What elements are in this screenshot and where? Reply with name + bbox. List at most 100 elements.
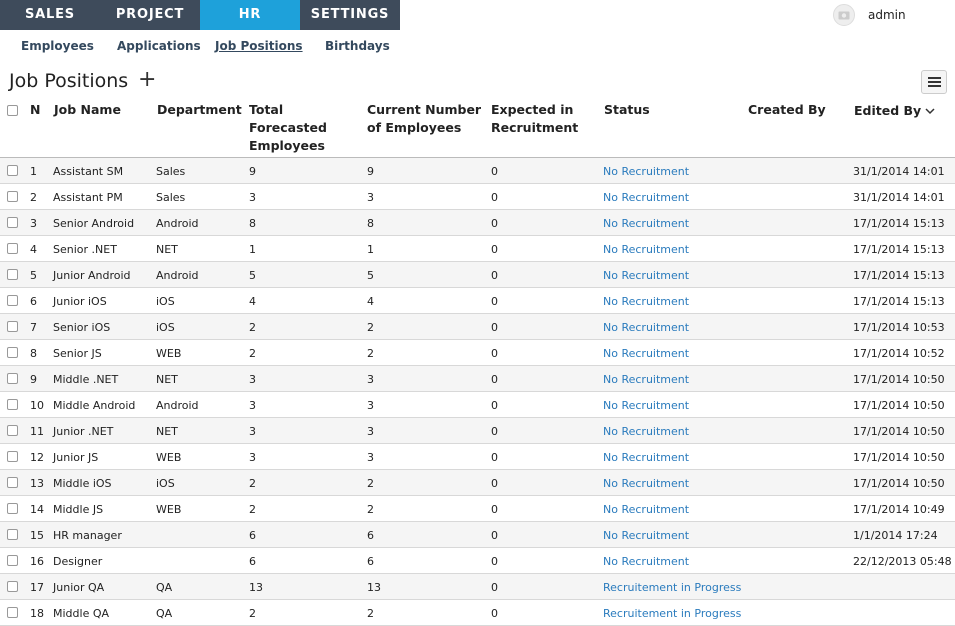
status-link[interactable]: No Recruitment	[603, 165, 689, 178]
table-row[interactable]: 6 Junior iOS iOS 4 4 0 No Recruitment 17…	[0, 288, 955, 314]
column-header-job-name[interactable]: Job Name	[54, 101, 121, 119]
table-row[interactable]: 1 Assistant SM Sales 9 9 0 No Recruitmen…	[0, 158, 955, 184]
column-header-created-by[interactable]: Created By	[748, 101, 826, 119]
status-link[interactable]: No Recruitment	[603, 347, 689, 360]
table-row[interactable]: 16 Designer 6 6 0 No Recruitment 22/12/2…	[0, 548, 955, 574]
table-row[interactable]: 8 Senior JS WEB 2 2 0 No Recruitment 17/…	[0, 340, 955, 366]
subnav-applications[interactable]: Applications	[117, 39, 201, 53]
job-name[interactable]: Middle Android	[53, 399, 135, 412]
table-row[interactable]: 5 Junior Android Android 5 5 0 No Recrui…	[0, 262, 955, 288]
row-checkbox[interactable]	[7, 295, 18, 306]
job-name[interactable]: Assistant SM	[53, 165, 123, 178]
row-checkbox[interactable]	[7, 503, 18, 514]
select-all-checkbox[interactable]	[7, 105, 18, 116]
job-name[interactable]: Middle JS	[53, 503, 103, 516]
table-row[interactable]: 4 Senior .NET NET 1 1 0 No Recruitment 1…	[0, 236, 955, 262]
status-link[interactable]: No Recruitment	[603, 191, 689, 204]
column-header-n[interactable]: N	[30, 101, 40, 119]
status-link[interactable]: No Recruitment	[603, 295, 689, 308]
status-link[interactable]: No Recruitment	[603, 269, 689, 282]
status-link[interactable]: No Recruitment	[603, 451, 689, 464]
table-row[interactable]: 13 Middle iOS iOS 2 2 0 No Recruitment 1…	[0, 470, 955, 496]
row-checkbox[interactable]	[7, 217, 18, 228]
job-name[interactable]: Middle iOS	[53, 477, 112, 490]
column-header-expected-recruitment[interactable]: Expected in Recruitment	[491, 101, 578, 137]
row-checkbox[interactable]	[7, 269, 18, 280]
subnav-birthdays[interactable]: Birthdays	[325, 39, 390, 53]
table-row[interactable]: 7 Senior iOS iOS 2 2 0 No Recruitment 17…	[0, 314, 955, 340]
job-name[interactable]: Junior iOS	[53, 295, 107, 308]
row-checkbox[interactable]	[7, 555, 18, 566]
column-header-department[interactable]: Department	[157, 101, 242, 119]
job-name[interactable]: Senior iOS	[53, 321, 110, 334]
row-checkbox[interactable]	[7, 425, 18, 436]
row-checkbox[interactable]	[7, 399, 18, 410]
subnav-job-positions[interactable]: Job Positions	[215, 39, 303, 53]
current-number: 6	[367, 555, 374, 568]
job-name[interactable]: Senior JS	[53, 347, 102, 360]
status-link[interactable]: No Recruitment	[603, 373, 689, 386]
table-row[interactable]: 12 Junior JS WEB 3 3 0 No Recruitment 17…	[0, 444, 955, 470]
status-link[interactable]: No Recruitment	[603, 529, 689, 542]
row-checkbox[interactable]	[7, 529, 18, 540]
job-name[interactable]: Senior Android	[53, 217, 134, 230]
table-row[interactable]: 15 HR manager 6 6 0 No Recruitment 1/1/2…	[0, 522, 955, 548]
total-forecasted: 2	[249, 347, 256, 360]
job-name[interactable]: Middle QA	[53, 607, 109, 620]
page-title: Job Positions	[9, 70, 129, 92]
table-row[interactable]: 17 Junior QA QA 13 13 0 Recruitement in …	[0, 574, 955, 600]
table-row[interactable]: 18 Middle QA QA 2 2 0 Recruitement in Pr…	[0, 600, 955, 626]
status-link[interactable]: Recruitement in Progress	[603, 607, 741, 620]
user-avatar-icon[interactable]	[833, 4, 855, 26]
row-checkbox[interactable]	[7, 477, 18, 488]
chevron-down-icon[interactable]	[925, 102, 935, 120]
status-link[interactable]: No Recruitment	[603, 217, 689, 230]
row-checkbox[interactable]	[7, 607, 18, 618]
column-header-status[interactable]: Status	[604, 101, 650, 119]
status-link[interactable]: No Recruitment	[603, 555, 689, 568]
tab-sales[interactable]: SALES	[0, 0, 100, 30]
job-name[interactable]: HR manager	[53, 529, 122, 542]
row-checkbox[interactable]	[7, 347, 18, 358]
column-header-edited-by[interactable]: Edited By	[854, 102, 935, 120]
job-name[interactable]: Junior JS	[53, 451, 98, 464]
table-row[interactable]: 3 Senior Android Android 8 8 0 No Recrui…	[0, 210, 955, 236]
hamburger-menu-icon[interactable]	[921, 70, 947, 94]
table-row[interactable]: 9 Middle .NET NET 3 3 0 No Recruitment 1…	[0, 366, 955, 392]
table-row[interactable]: 10 Middle Android Android 3 3 0 No Recru…	[0, 392, 955, 418]
row-checkbox[interactable]	[7, 373, 18, 384]
job-name[interactable]: Junior .NET	[53, 425, 113, 438]
tab-settings[interactable]: SETTINGS	[300, 0, 400, 30]
plus-icon[interactable]: +	[138, 69, 156, 91]
edited-by: 1/1/2014 17:24	[853, 529, 938, 542]
status-link[interactable]: No Recruitment	[603, 321, 689, 334]
column-header-total-forecasted[interactable]: Total Forecasted Employees	[249, 101, 327, 155]
status-link[interactable]: No Recruitment	[603, 477, 689, 490]
tab-hr[interactable]: HR	[200, 0, 300, 30]
table-row[interactable]: 14 Middle JS WEB 2 2 0 No Recruitment 17…	[0, 496, 955, 522]
table-row[interactable]: 2 Assistant PM Sales 3 3 0 No Recruitmen…	[0, 184, 955, 210]
row-checkbox[interactable]	[7, 191, 18, 202]
row-checkbox[interactable]	[7, 581, 18, 592]
job-name[interactable]: Designer	[53, 555, 102, 568]
subnav-employees[interactable]: Employees	[21, 39, 94, 53]
tab-project[interactable]: PROJECT	[100, 0, 200, 30]
job-name[interactable]: Senior .NET	[53, 243, 117, 256]
table-row[interactable]: 11 Junior .NET NET 3 3 0 No Recruitment …	[0, 418, 955, 444]
job-name[interactable]: Assistant PM	[53, 191, 123, 204]
status-link[interactable]: No Recruitment	[603, 503, 689, 516]
status-link[interactable]: Recruitement in Progress	[603, 581, 741, 594]
status-link[interactable]: No Recruitment	[603, 243, 689, 256]
row-checkbox[interactable]	[7, 321, 18, 332]
column-header-current-number[interactable]: Current Number of Employees	[367, 101, 481, 137]
row-checkbox[interactable]	[7, 451, 18, 462]
header-line: Current Number	[367, 102, 482, 117]
status-link[interactable]: No Recruitment	[603, 425, 689, 438]
row-checkbox[interactable]	[7, 165, 18, 176]
row-checkbox[interactable]	[7, 243, 18, 254]
job-name[interactable]: Junior Android	[53, 269, 131, 282]
job-name[interactable]: Junior QA	[53, 581, 104, 594]
username[interactable]: admin	[868, 8, 906, 22]
job-name[interactable]: Middle .NET	[53, 373, 118, 386]
status-link[interactable]: No Recruitment	[603, 399, 689, 412]
